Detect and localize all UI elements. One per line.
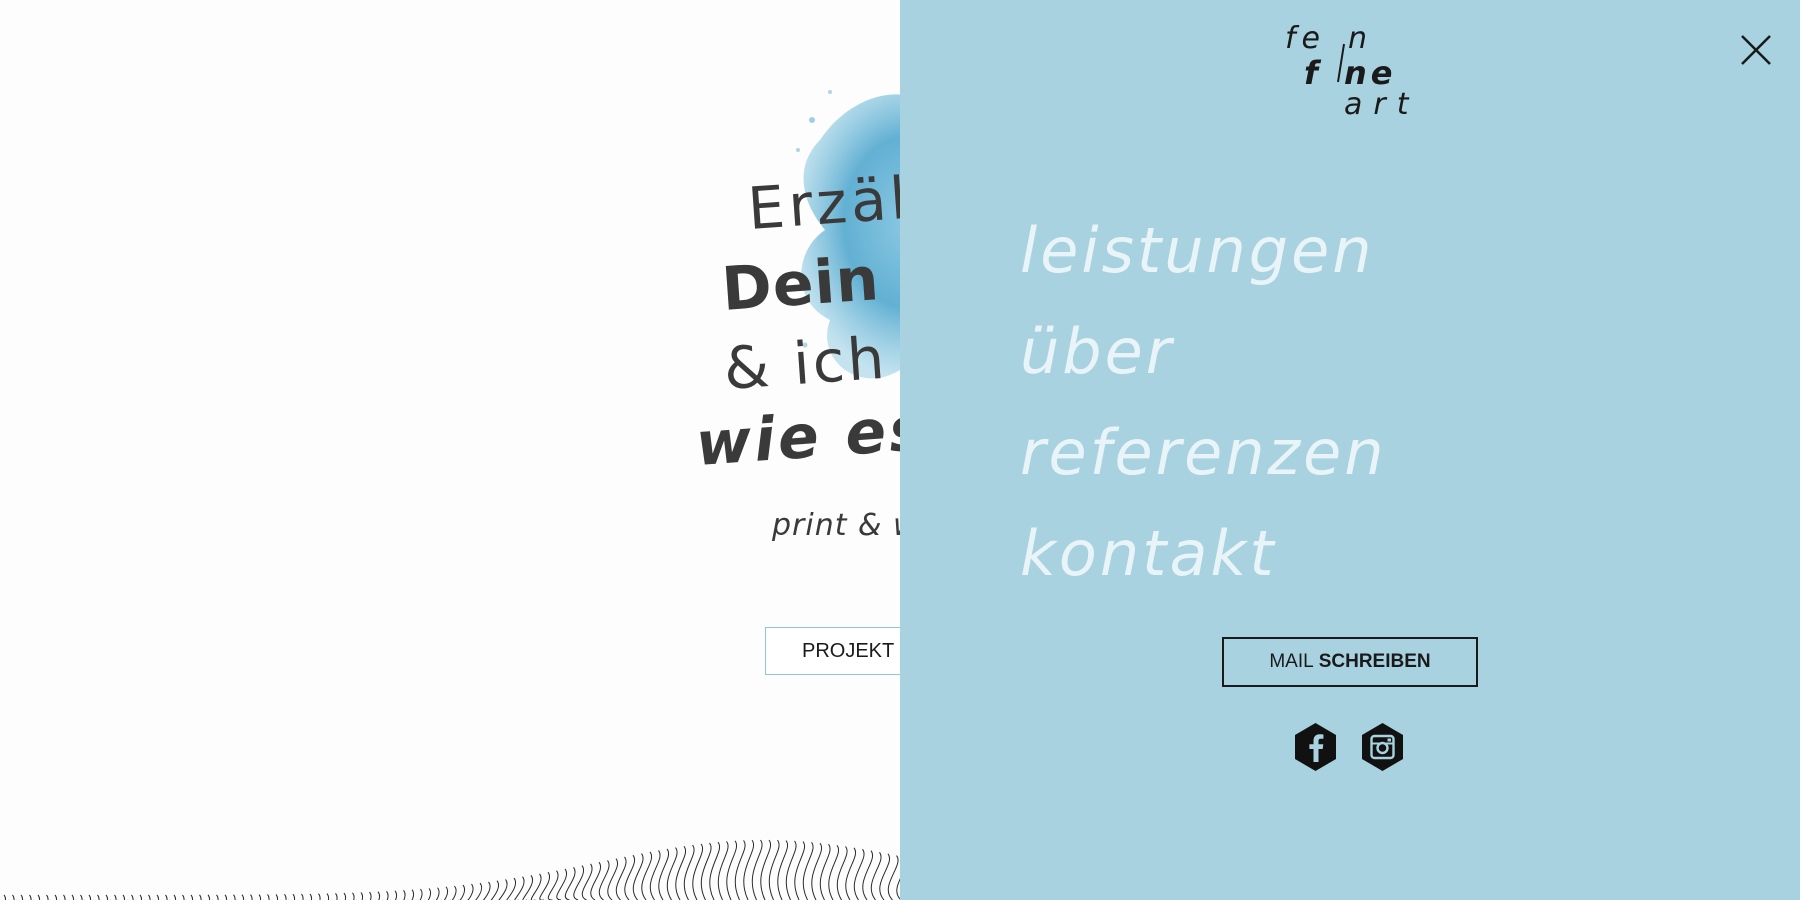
navigation-overlay: fe n f ne art leistungen über referenzen…: [900, 0, 1800, 900]
instagram-icon[interactable]: [1361, 722, 1404, 772]
mail-button-label: MAIL: [1269, 651, 1314, 672]
svg-text:art: art: [1344, 87, 1419, 120]
wave-lines: [0, 839, 933, 900]
nav-item-ueber[interactable]: über: [1020, 306, 1387, 407]
social-links: [1294, 722, 1404, 772]
svg-text:fe: fe: [1285, 21, 1326, 56]
facebook-icon[interactable]: [1294, 722, 1337, 772]
main-navigation: leistungen über referenzen kontakt: [1020, 205, 1387, 609]
close-icon[interactable]: [1738, 32, 1774, 68]
nav-item-referenzen[interactable]: referenzen: [1020, 407, 1387, 508]
mail-button-label-bold: SCHREIBEN: [1318, 651, 1431, 672]
project-cta-label: PROJEKT: [802, 639, 895, 662]
nav-item-kontakt[interactable]: kontakt: [1020, 508, 1387, 609]
svg-text:f: f: [1304, 54, 1322, 92]
svg-text:n: n: [1348, 21, 1367, 56]
mail-schreiben-button[interactable]: MAIL SCHREIBEN: [1222, 637, 1478, 687]
nav-item-leistungen[interactable]: leistungen: [1020, 205, 1387, 306]
fein-fine-art-logo: fe n f ne art: [1285, 21, 1419, 120]
